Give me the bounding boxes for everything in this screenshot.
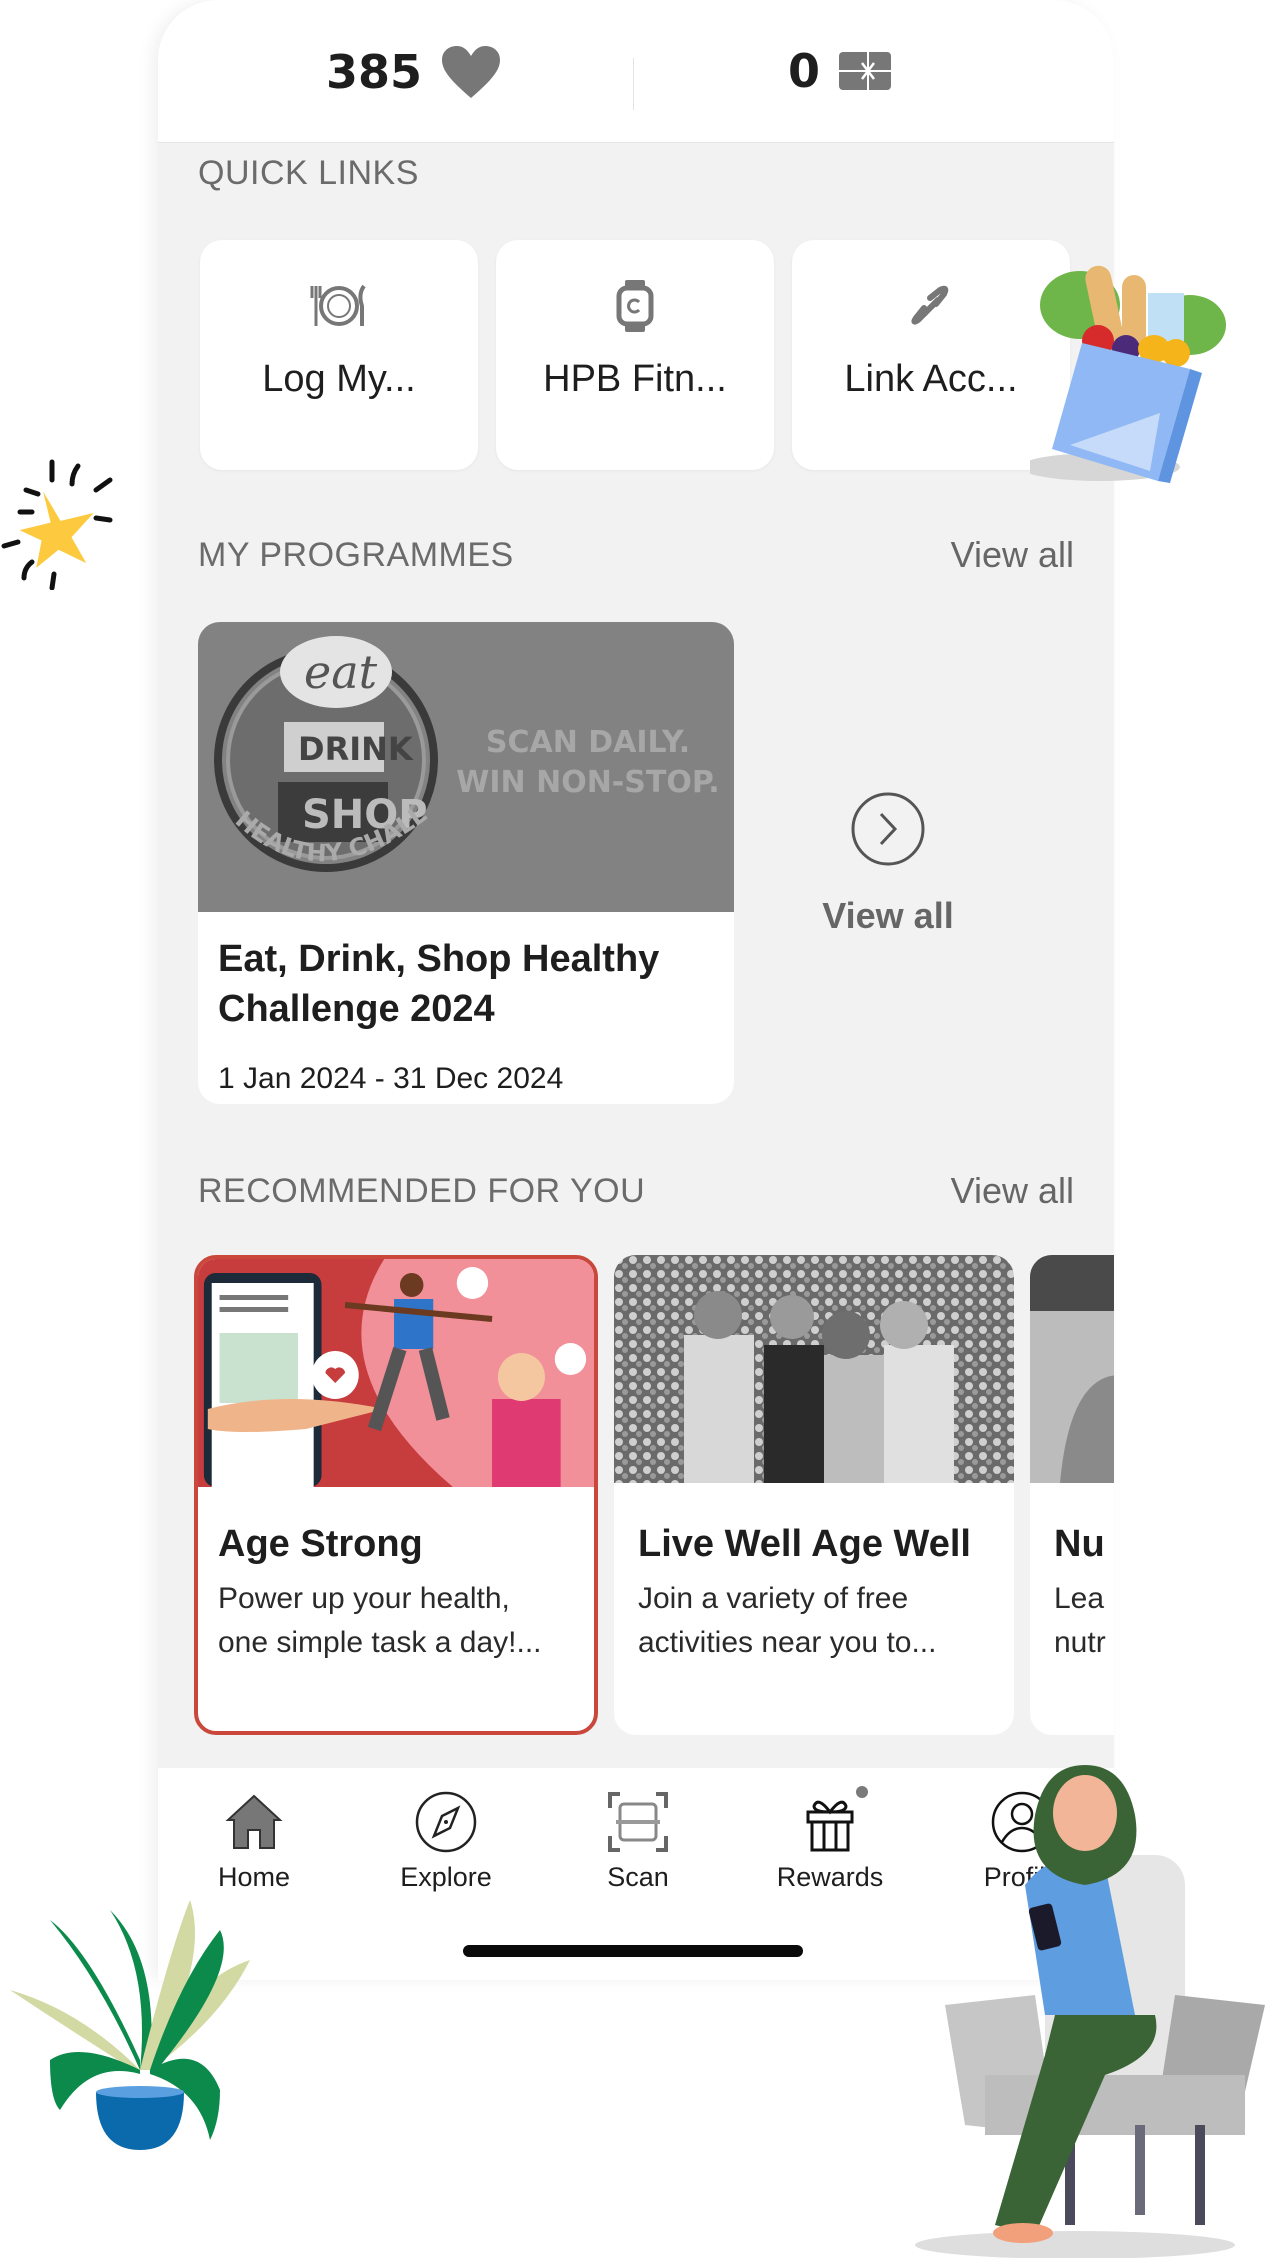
home-indicator xyxy=(463,1945,803,1957)
age-strong-illustration xyxy=(198,1259,594,1487)
rewards-notification-dot xyxy=(856,1786,868,1798)
recommended-desc-line2: nutr xyxy=(1054,1626,1106,1659)
nutrition-photo xyxy=(1030,1255,1114,1483)
sparkle-star-illustration xyxy=(1,459,113,590)
quick-link-label: Link Acc... xyxy=(844,358,1018,400)
phone-screen: 385 0 QUICK LINKS Log My... HPB Fitn... … xyxy=(158,0,1114,1980)
plate-cutlery-icon xyxy=(310,284,366,326)
nav-rewards[interactable]: Rewards xyxy=(750,1768,910,1893)
recommended-desc-line1: Lea xyxy=(1054,1582,1105,1615)
potted-plant-illustration xyxy=(10,1900,250,2150)
my-programmes-title: MY PROGRAMMES xyxy=(198,536,514,574)
quick-link-log-meal[interactable]: Log My... xyxy=(200,240,478,470)
recommended-title-text: Nu xyxy=(1054,1523,1105,1565)
banner-tagline-2: WIN NON-STOP. xyxy=(456,765,719,800)
nav-label: Scan xyxy=(607,1862,669,1892)
points-header: 385 0 xyxy=(158,0,1114,143)
recommended-card-live-well[interactable]: Live Well Age Well Join a variety of fre… xyxy=(614,1255,1014,1735)
gift-icon xyxy=(806,1800,854,1852)
recommended-title: RECOMMENDED FOR YOU xyxy=(198,1172,646,1210)
recommended-desc-line2: activities near you to... xyxy=(638,1626,937,1659)
quick-link-label: HPB Fitn... xyxy=(543,358,727,400)
programme-dates: 1 Jan 2024 - 31 Dec 2024 xyxy=(218,1062,564,1095)
recommended-desc-line1: Join a variety of free xyxy=(638,1582,909,1615)
nav-explore[interactable]: Explore xyxy=(366,1768,526,1893)
vouchers-count: 0 xyxy=(788,44,821,98)
programme-card[interactable]: eat DRINK SHOP HEALTHY CHALLENGE SCAN DA… xyxy=(198,622,734,1104)
recommended-card-nutrition[interactable]: Nu Lea nutr xyxy=(1030,1255,1114,1735)
compass-icon xyxy=(415,1791,477,1853)
recommended-title-text: Age Strong xyxy=(218,1523,423,1565)
programmes-view-all-card[interactable]: View all xyxy=(798,790,978,937)
quick-link-hpb-fitness[interactable]: HPB Fitn... xyxy=(496,240,774,470)
nav-scan[interactable]: Scan xyxy=(558,1768,718,1893)
nav-label: Rewards xyxy=(776,1862,884,1892)
svg-text:eat: eat xyxy=(304,645,378,699)
scan-icon xyxy=(608,1792,668,1852)
banner-tagline-1: SCAN DAILY. xyxy=(486,725,690,760)
eat-drink-shop-logo: eat DRINK SHOP HEALTHY CHALLENGE SCAN DA… xyxy=(198,622,720,872)
recommended-desc-line1: Power up your health, xyxy=(218,1582,510,1615)
programmes-view-all-link[interactable]: View all xyxy=(951,534,1074,576)
nav-label: Explore xyxy=(400,1862,492,1892)
header-divider xyxy=(633,58,634,110)
live-well-photo xyxy=(614,1255,1014,1483)
recommended-card-age-strong[interactable]: Age Strong Power up your health, one sim… xyxy=(194,1255,598,1735)
recommended-view-all-link[interactable]: View all xyxy=(951,1170,1074,1212)
points-count: 385 xyxy=(326,45,423,99)
chevron-right-circle-icon xyxy=(851,792,925,866)
recommended-title-text: Live Well Age Well xyxy=(638,1523,971,1565)
quick-links-title: QUICK LINKS xyxy=(198,154,419,192)
heart-icon xyxy=(442,46,501,98)
woman-in-armchair-illustration xyxy=(915,1765,1265,2258)
points-stat[interactable]: 385 xyxy=(326,44,502,100)
programme-banner-image: eat DRINK SHOP HEALTHY CHALLENGE SCAN DA… xyxy=(198,622,734,912)
vouchers-stat[interactable]: 0 xyxy=(788,44,892,98)
link-icon xyxy=(911,285,949,325)
svg-text:DRINK: DRINK xyxy=(298,730,414,768)
programme-title: Eat, Drink, Shop Healthy Challenge 2024 xyxy=(218,938,660,1030)
home-icon xyxy=(225,1794,283,1849)
recommended-desc-line2: one simple task a day!... xyxy=(218,1626,542,1659)
gift-card-icon xyxy=(839,52,892,90)
quick-link-link-account[interactable]: Link Acc... xyxy=(792,240,1070,470)
quick-link-label: Log My... xyxy=(262,358,416,400)
view-all-label: View all xyxy=(822,895,954,936)
smartwatch-icon xyxy=(616,280,654,332)
grocery-bag-illustration xyxy=(1030,265,1226,483)
